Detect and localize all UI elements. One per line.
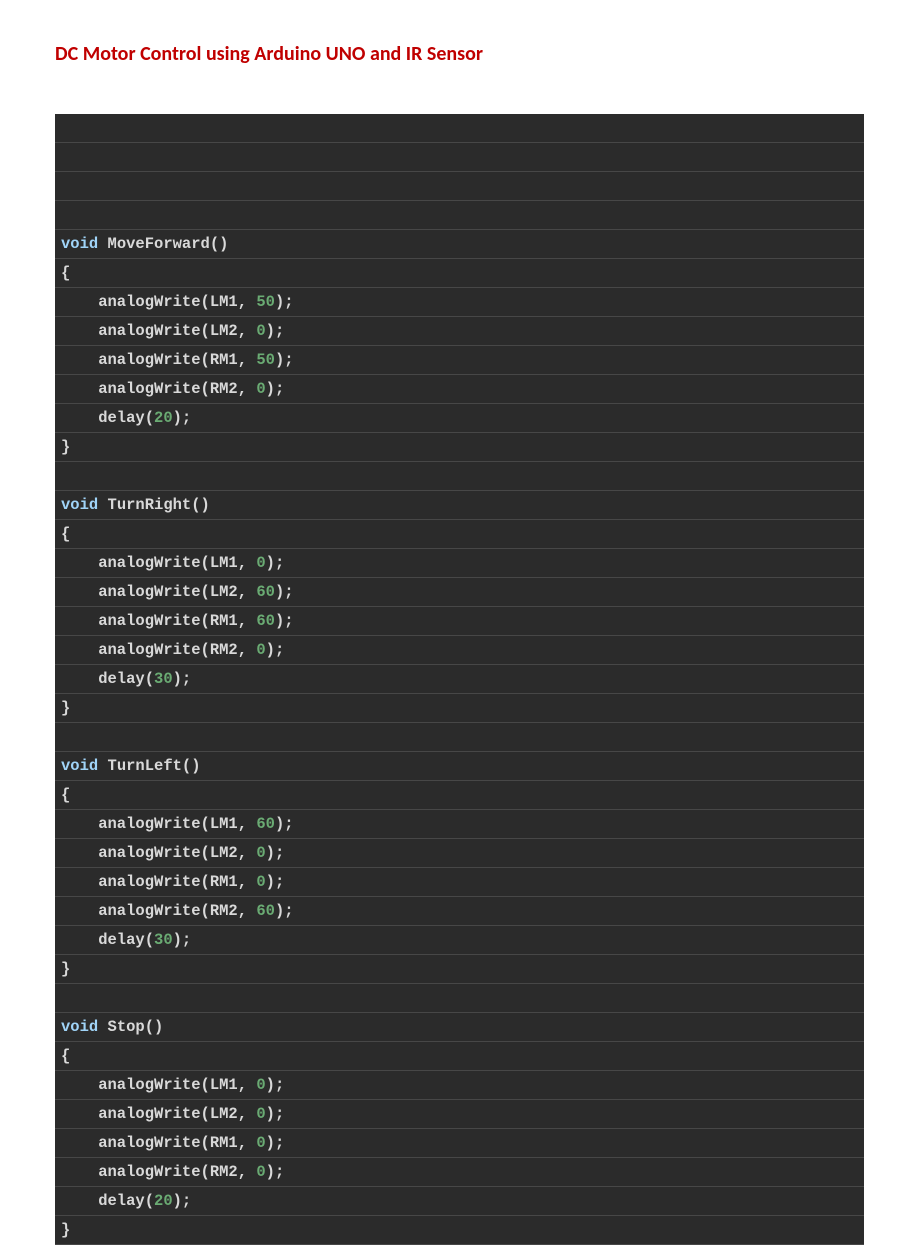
brace-open: { [55,1042,864,1071]
code-line: delay(20); [55,404,864,433]
code-line: delay(30); [55,665,864,694]
page-title: DC Motor Control using Arduino UNO and I… [55,42,864,66]
code-line [55,172,864,201]
brace-close: } [55,955,864,984]
code-line: analogWrite(RM2, 0); [55,636,864,665]
code-line: analogWrite(LM2, 0); [55,839,864,868]
code-line: analogWrite(LM2, 0); [55,1100,864,1129]
fn-signature: void TurnLeft() [55,752,864,781]
code-line: analogWrite(RM1, 60); [55,607,864,636]
code-line: analogWrite(RM1, 0); [55,1129,864,1158]
brace-close: } [55,1216,864,1245]
brace-open: { [55,781,864,810]
code-line: analogWrite(RM1, 50); [55,346,864,375]
code-line: analogWrite(LM1, 50); [55,288,864,317]
code-line: analogWrite(LM2, 0); [55,317,864,346]
code-line: analogWrite(RM1, 0); [55,868,864,897]
code-line [55,723,864,752]
brace-close: } [55,433,864,462]
code-line [55,143,864,172]
code-line: analogWrite(RM2, 60); [55,897,864,926]
code-block: void MoveForward() { analogWrite(LM1, 50… [55,114,864,1245]
fn-signature: void MoveForward() [55,230,864,259]
code-line [55,462,864,491]
code-line [55,984,864,1013]
code-line [55,201,864,230]
fn-signature: void TurnRight() [55,491,864,520]
code-line: analogWrite(LM1, 0); [55,1071,864,1100]
code-line: delay(30); [55,926,864,955]
code-line: analogWrite(LM1, 60); [55,810,864,839]
brace-open: { [55,259,864,288]
code-line: delay(20); [55,1187,864,1216]
code-line: analogWrite(RM2, 0); [55,375,864,404]
code-line: analogWrite(LM1, 0); [55,549,864,578]
code-line [55,114,864,143]
brace-open: { [55,520,864,549]
fn-signature: void Stop() [55,1013,864,1042]
brace-close: } [55,694,864,723]
code-line: analogWrite(LM2, 60); [55,578,864,607]
code-line: analogWrite(RM2, 0); [55,1158,864,1187]
